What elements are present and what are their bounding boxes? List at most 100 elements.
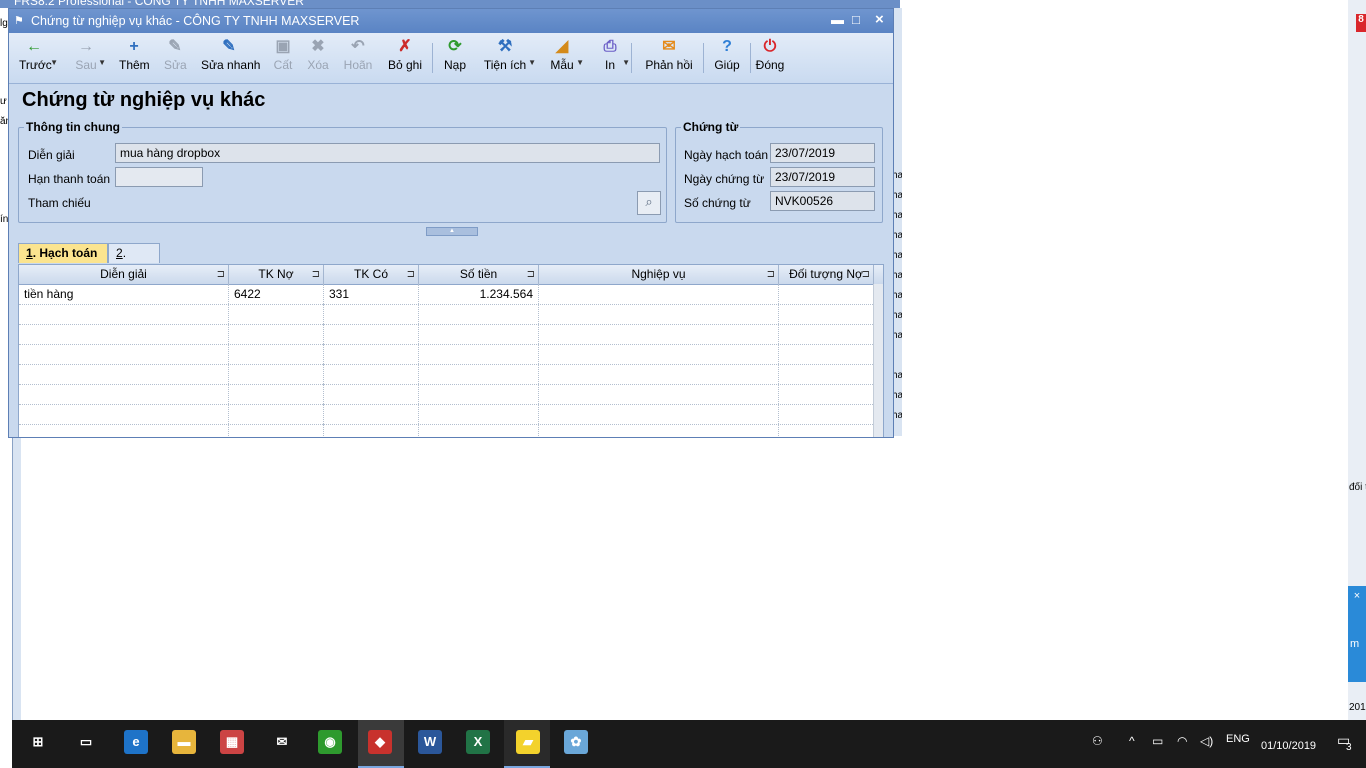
table-cell[interactable] bbox=[539, 304, 779, 324]
grid-vertical-scrollbar[interactable] bbox=[873, 284, 883, 437]
voucher-number-field[interactable]: NVK00526 bbox=[770, 191, 875, 211]
pin-icon[interactable]: ⊐ bbox=[217, 265, 225, 284]
accounting-app-icon[interactable]: ◆ bbox=[368, 730, 392, 754]
word-icon[interactable]: W bbox=[418, 730, 442, 754]
file-explorer-icon[interactable]: ▬ bbox=[172, 730, 196, 754]
table-cell[interactable] bbox=[19, 304, 229, 324]
table-cell[interactable] bbox=[419, 404, 539, 424]
posting-date-field[interactable]: 23/07/2019 bbox=[770, 143, 875, 163]
voucher-date-field[interactable]: 23/07/2019 bbox=[770, 167, 875, 187]
table-cell[interactable] bbox=[324, 384, 419, 404]
pin-icon[interactable]: ⊐ bbox=[527, 265, 535, 284]
table-cell[interactable] bbox=[539, 404, 779, 424]
table-cell[interactable]: tiền hàng bbox=[19, 284, 229, 304]
maximize-button[interactable]: □ bbox=[852, 12, 860, 27]
table-row[interactable] bbox=[19, 424, 883, 437]
table-cell[interactable] bbox=[539, 324, 779, 344]
table-cell[interactable] bbox=[779, 364, 874, 384]
toolbar-button-7[interactable]: ↶ Hoãn bbox=[343, 36, 373, 80]
table-cell[interactable]: 1.234.564 bbox=[419, 284, 539, 304]
toolbar-button-9[interactable]: ⟳ Nạp bbox=[444, 36, 466, 80]
toolbar-button-13[interactable]: ✉ Phản hồi bbox=[645, 36, 693, 80]
dropdown-arrow-icon[interactable]: ▼ bbox=[98, 58, 106, 67]
table-cell[interactable] bbox=[324, 304, 419, 324]
table-cell[interactable] bbox=[19, 364, 229, 384]
column-header-1[interactable]: TK Nợ ⊐ bbox=[229, 265, 324, 284]
table-cell[interactable] bbox=[324, 404, 419, 424]
table-cell[interactable] bbox=[19, 324, 229, 344]
table-cell[interactable] bbox=[19, 384, 229, 404]
dropdown-arrow-icon[interactable]: ▼ bbox=[528, 58, 536, 67]
pin-icon[interactable]: ⊐ bbox=[312, 265, 320, 284]
table-cell[interactable] bbox=[419, 304, 539, 324]
table-cell[interactable] bbox=[539, 344, 779, 364]
start-icon[interactable]: ⊞ bbox=[26, 730, 50, 754]
table-cell[interactable] bbox=[19, 344, 229, 364]
column-header-3[interactable]: Số tiền ⊐ bbox=[419, 265, 539, 284]
table-row[interactable] bbox=[19, 344, 883, 365]
tab-accounting[interactable]: 1. Hạch toán bbox=[18, 243, 108, 263]
table-cell[interactable] bbox=[779, 324, 874, 344]
excel-icon[interactable]: X bbox=[466, 730, 490, 754]
table-cell[interactable] bbox=[419, 384, 539, 404]
table-cell[interactable] bbox=[779, 424, 874, 437]
store-icon[interactable]: ▦ bbox=[220, 730, 244, 754]
toolbar-button-10[interactable]: ⚒ Tiện ích ▼ bbox=[483, 36, 536, 80]
column-header-2[interactable]: TK Có ⊐ bbox=[324, 265, 419, 284]
pin-icon[interactable]: ⊐ bbox=[767, 265, 775, 284]
column-header-0[interactable]: Diễn giải ⊐ bbox=[19, 265, 229, 284]
column-header-5[interactable]: Đối tượng Nợ ⊐ bbox=[779, 265, 874, 284]
table-cell[interactable] bbox=[229, 424, 324, 437]
close-icon[interactable]: × bbox=[1348, 590, 1366, 602]
toolbar-button-8[interactable]: ✗ Bỏ ghi bbox=[388, 36, 422, 80]
table-row[interactable] bbox=[19, 364, 883, 385]
table-cell[interactable] bbox=[419, 324, 539, 344]
battery-icon[interactable]: ▭ bbox=[1152, 734, 1163, 748]
table-cell[interactable] bbox=[324, 424, 419, 437]
toolbar-button-4[interactable]: ✎ Sửa nhanh bbox=[201, 36, 260, 80]
taskbar-date[interactable]: 01/10/2019 bbox=[1261, 740, 1316, 752]
toolbar-button-1[interactable]: → Sau ▼ bbox=[75, 36, 106, 80]
sticky-notes-icon[interactable]: ▰ bbox=[516, 730, 540, 754]
table-cell[interactable] bbox=[324, 344, 419, 364]
table-cell[interactable] bbox=[539, 384, 779, 404]
table-cell[interactable] bbox=[229, 384, 324, 404]
toolbar-button-0[interactable]: ← Trước ▼ bbox=[19, 36, 58, 80]
table-cell[interactable] bbox=[419, 344, 539, 364]
chrome-icon[interactable]: ◉ bbox=[318, 730, 342, 754]
table-cell[interactable] bbox=[419, 364, 539, 384]
table-cell[interactable]: 6422 bbox=[229, 284, 324, 304]
toolbar-button-2[interactable]: + Thêm bbox=[119, 36, 150, 80]
toolbar-button-11[interactable]: ◢ Mẫu ▼ bbox=[549, 36, 584, 80]
toolbar-button-5[interactable]: ▣ Cất bbox=[272, 36, 294, 80]
dropdown-arrow-icon[interactable]: ▼ bbox=[622, 58, 630, 67]
description-field[interactable]: mua hàng dropbox bbox=[115, 143, 660, 163]
table-cell[interactable] bbox=[779, 344, 874, 364]
collapse-panel-handle[interactable]: ▲ bbox=[426, 227, 478, 236]
table-cell[interactable] bbox=[539, 284, 779, 304]
close-button[interactable]: × bbox=[875, 11, 884, 28]
pin-icon[interactable]: ⊐ bbox=[407, 265, 415, 284]
table-row[interactable] bbox=[19, 304, 883, 325]
dropdown-arrow-icon[interactable]: ▼ bbox=[576, 58, 584, 67]
language-indicator[interactable]: ENG bbox=[1226, 733, 1250, 745]
table-cell[interactable] bbox=[539, 364, 779, 384]
tab-tax[interactable]: 2. Thuế bbox=[108, 243, 160, 279]
table-cell[interactable] bbox=[779, 284, 874, 304]
toolbar-button-12[interactable]: ⎙ In ▼ bbox=[599, 36, 630, 80]
paint-icon[interactable]: ✿ bbox=[564, 730, 588, 754]
table-cell[interactable] bbox=[419, 424, 539, 437]
table-cell[interactable] bbox=[229, 364, 324, 384]
volume-icon[interactable]: ◁) bbox=[1200, 734, 1213, 748]
table-cell[interactable] bbox=[779, 304, 874, 324]
table-cell[interactable] bbox=[19, 404, 229, 424]
edge-icon[interactable]: e bbox=[124, 730, 148, 754]
column-header-4[interactable]: Nghiệp vụ ⊐ bbox=[539, 265, 779, 284]
table-cell[interactable] bbox=[324, 364, 419, 384]
reference-lookup-button[interactable]: ⌕ bbox=[637, 191, 661, 215]
table-row[interactable] bbox=[19, 384, 883, 405]
table-row[interactable]: tiền hàng 6422 331 1.234.564 bbox=[19, 284, 883, 305]
table-cell[interactable] bbox=[324, 324, 419, 344]
table-cell[interactable] bbox=[229, 324, 324, 344]
wifi-icon[interactable]: ◠ bbox=[1177, 734, 1187, 748]
